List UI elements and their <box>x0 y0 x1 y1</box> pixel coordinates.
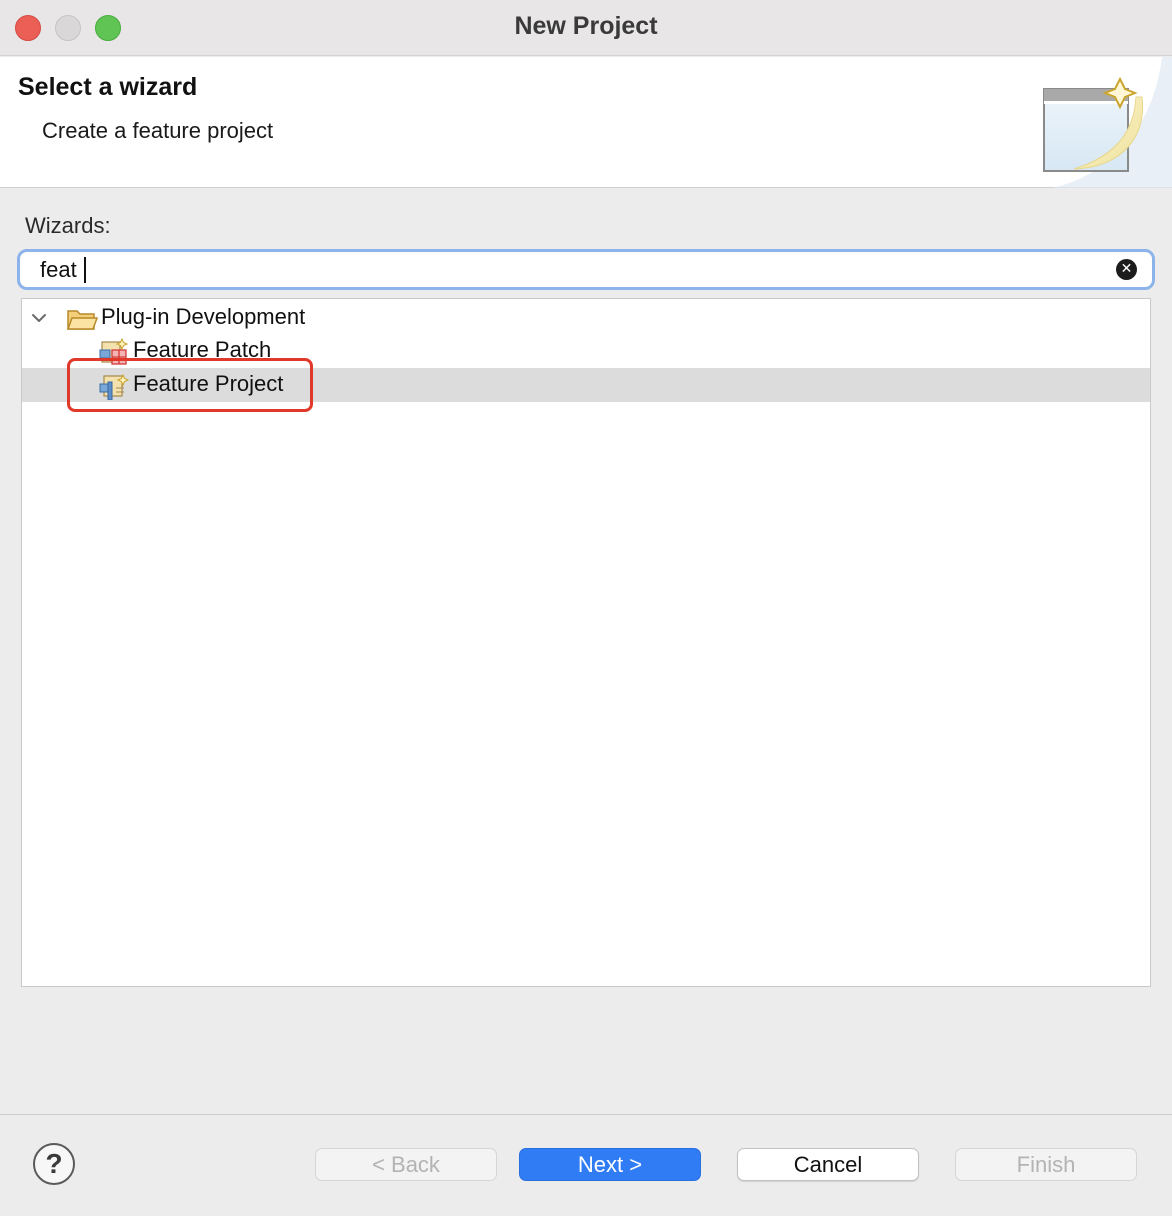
banner-description: Create a feature project <box>42 118 274 143</box>
wizards-label: Wizards: <box>25 213 111 238</box>
wizard-filter-field[interactable]: ✕ <box>17 249 1155 290</box>
clear-search-icon[interactable]: ✕ <box>1116 259 1137 280</box>
help-button[interactable]: ? <box>33 1143 75 1185</box>
footer-separator <box>0 1114 1172 1115</box>
new-project-dialog: New Project Select a wizard Create a fea… <box>0 0 1172 1216</box>
finish-button[interactable]: Finish <box>955 1148 1137 1181</box>
next-button[interactable]: Next > <box>519 1148 701 1181</box>
text-caret <box>84 257 86 283</box>
wizard-banner: Select a wizard Create a feature project <box>0 57 1172 188</box>
wizard-filter-input[interactable] <box>40 256 1100 284</box>
new-wizard-graphic-icon <box>1043 57 1172 188</box>
tree-category-label: Plug-in Development <box>101 304 306 329</box>
cancel-button[interactable]: Cancel <box>737 1148 919 1181</box>
open-folder-icon <box>66 310 98 330</box>
tree-category-plugin-development[interactable]: Plug-in Development <box>22 301 1150 335</box>
window-title: New Project <box>514 12 658 40</box>
banner-title: Select a wizard <box>18 73 198 101</box>
title-bar: New Project <box>0 0 1172 56</box>
chevron-down-icon[interactable] <box>30 309 48 327</box>
back-button[interactable]: < Back <box>315 1148 497 1181</box>
selection-highlight-annotation <box>67 358 313 412</box>
